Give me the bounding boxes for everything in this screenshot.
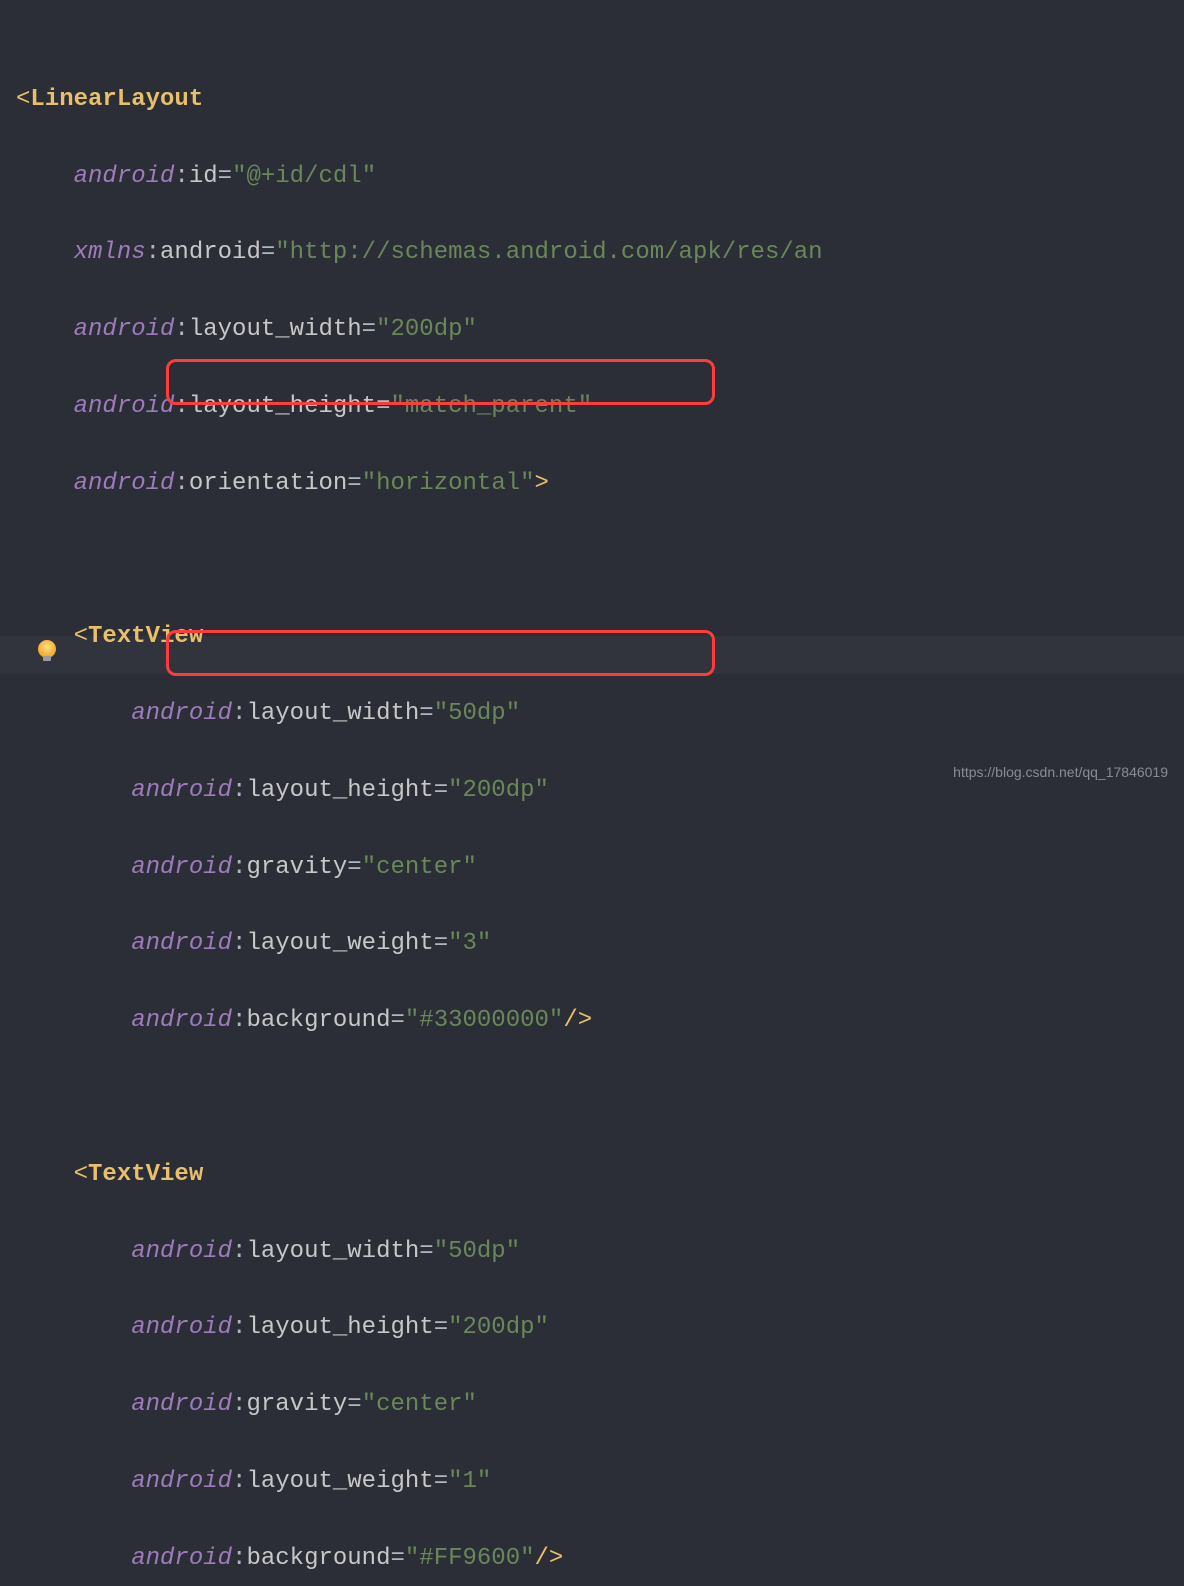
line-tv1-attr-weight: android:layout_weight="3"	[0, 925, 1184, 963]
line-ll-attr-xmlns: xmlns:android="http://schemas.android.co…	[0, 234, 1184, 272]
line-tv2-attr-background: android:background="#FF9600"/>	[0, 1540, 1184, 1578]
tag-textview: TextView	[88, 1161, 203, 1188]
line-open-textview2: <TextView	[0, 1156, 1184, 1194]
line-tv1-attr-gravity: android:gravity="center"	[0, 849, 1184, 887]
line-tv2-attr-weight: android:layout_weight="1"	[0, 1463, 1184, 1501]
line-tv1-attr-width: android:layout_width="50dp"	[0, 695, 1184, 733]
line-ll-attr-height: android:layout_height="match_parent"	[0, 388, 1184, 426]
line-ll-attr-id: android:id="@+id/cdl"	[0, 158, 1184, 196]
gutter	[0, 0, 60, 793]
line-open-textview1: <TextView	[0, 618, 1184, 656]
line-ll-attr-width: android:layout_width="200dp"	[0, 311, 1184, 349]
line-tv1-attr-background: android:background="#33000000"/>	[0, 1002, 1184, 1040]
line-blank-1	[0, 541, 1184, 579]
tag-textview: TextView	[88, 623, 203, 650]
line-tv2-attr-width: android:layout_width="50dp"	[0, 1233, 1184, 1271]
line-tv2-attr-gravity: android:gravity="center"	[0, 1386, 1184, 1424]
line-tv2-attr-height: android:layout_height="200dp"	[0, 1309, 1184, 1347]
lightbulb-icon[interactable]	[38, 640, 56, 658]
line-blank-2	[0, 1079, 1184, 1117]
line-ll-attr-orientation: android:orientation="horizontal">	[0, 465, 1184, 503]
code-editor[interactable]: <LinearLayout android:id="@+id/cdl" xmln…	[0, 0, 1184, 1586]
watermark: https://blog.csdn.net/qq_17846019	[953, 761, 1168, 783]
line-open-linearlayout: <LinearLayout	[0, 81, 1184, 119]
